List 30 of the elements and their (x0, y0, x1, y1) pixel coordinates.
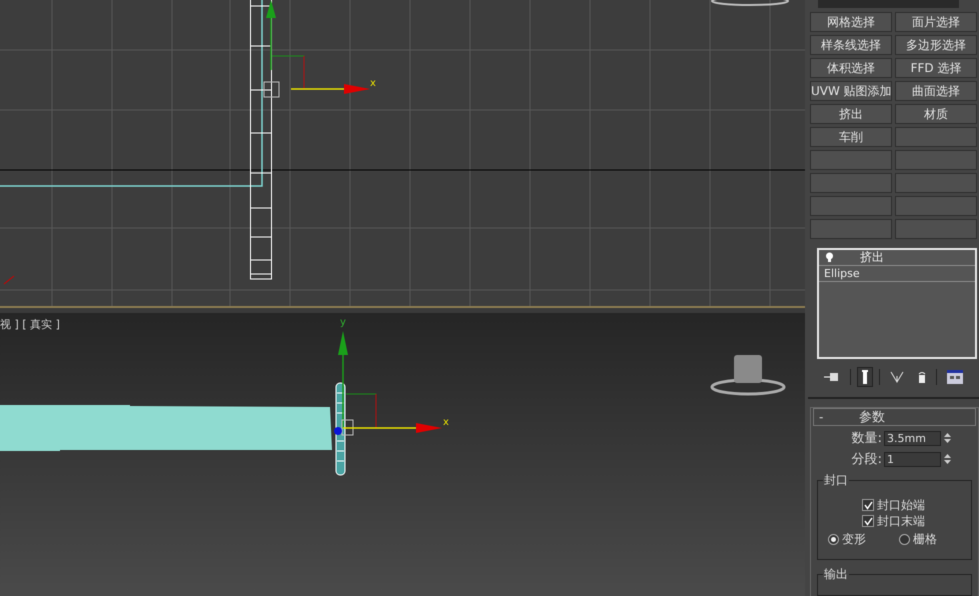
collapse-toggle[interactable]: - (814, 410, 849, 424)
modifier-button[interactable]: FFD 选择 (895, 58, 977, 78)
modifier-button[interactable]: 体积选择 (810, 58, 892, 78)
modifier-button[interactable]: 车削 (810, 127, 892, 148)
checkbox-label: 封口始端 (877, 496, 925, 514)
y-axis-label: y (340, 317, 346, 328)
modifier-button[interactable]: UVW 贴图添加 (810, 81, 892, 102)
modifier-button[interactable]: 样条线选择 (810, 35, 892, 56)
number-field[interactable]: 3.5mm (884, 430, 941, 446)
rollout-title: 参数 (859, 409, 885, 426)
stack-item[interactable]: 挤出 (819, 250, 975, 266)
viewport-label[interactable]: 视 ] [ 真实 ] (0, 318, 60, 332)
number-field[interactable]: 1 (884, 452, 941, 467)
stack-item[interactable]: Ellipse (819, 266, 975, 282)
rollout-header[interactable]: - 参数 (813, 408, 976, 426)
radio-label: 变形 (842, 531, 866, 548)
modifier-button[interactable]: 材质 (895, 104, 977, 124)
field-label: 数量: (852, 430, 882, 448)
checkbox-label: 封口末端 (877, 512, 925, 530)
x-axis-label: x (370, 78, 376, 89)
modifier-button[interactable]: 面片选择 (895, 12, 977, 32)
modifier-button[interactable]: 曲面选择 (895, 81, 977, 102)
perspective-viewport[interactable]: 视 ] [ 真实 ] y x (0, 313, 805, 596)
field-label: 分段: (852, 451, 882, 468)
modifier-button[interactable]: 多边形选择 (895, 35, 977, 56)
modifier-button[interactable]: 挤出 (810, 104, 892, 124)
modifier-button[interactable]: 网格选择 (810, 12, 892, 32)
radio-label: 栅格 (913, 531, 937, 548)
x-axis-label: x (443, 417, 449, 428)
top-viewport[interactable]: x (0, 0, 805, 308)
